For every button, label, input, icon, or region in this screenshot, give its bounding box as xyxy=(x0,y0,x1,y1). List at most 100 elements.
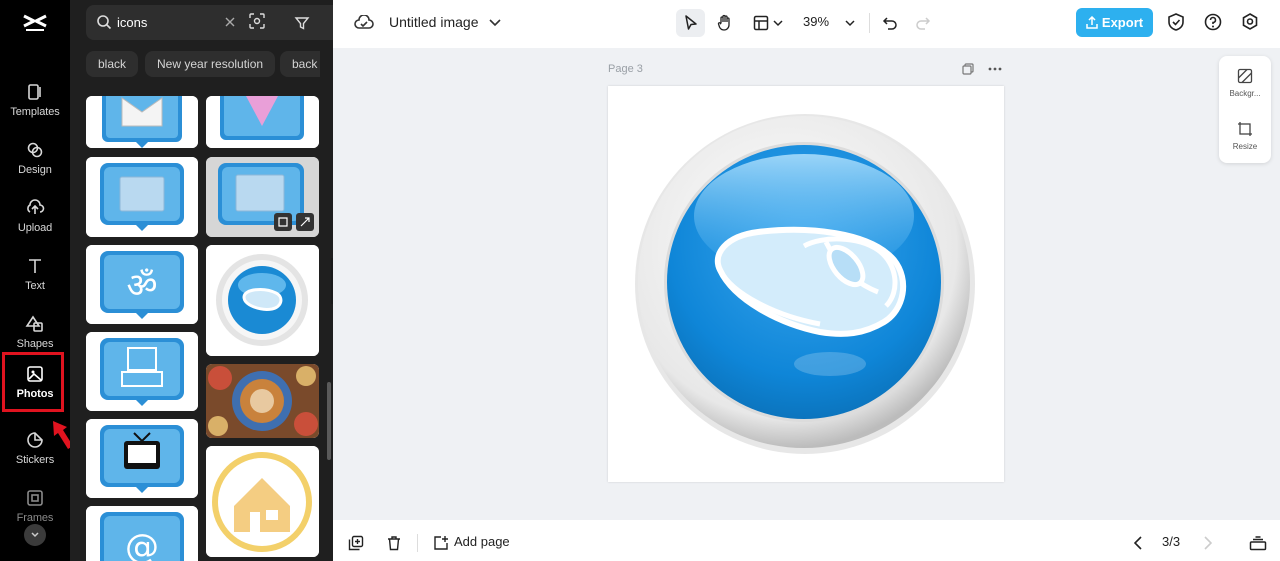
chevron-down-icon xyxy=(773,19,783,26)
select-tool-button[interactable] xyxy=(676,9,705,37)
rail-item-label: Frames xyxy=(16,512,54,524)
rail-item-stickers[interactable]: Stickers xyxy=(0,420,70,476)
background-tool[interactable]: Backgr... xyxy=(1219,68,1271,98)
next-page-button[interactable] xyxy=(1199,533,1217,553)
design-page[interactable] xyxy=(608,86,1004,482)
close-icon[interactable] xyxy=(224,16,236,28)
icon-result-folder-selected[interactable] xyxy=(206,157,319,237)
upload-icon xyxy=(27,199,45,214)
photos-panel: black New year resolution back ॐ @ xyxy=(70,0,333,561)
add-page-button[interactable]: Add page xyxy=(454,534,510,549)
rail-item-text[interactable]: Text xyxy=(0,246,70,302)
redo-icon xyxy=(916,17,931,30)
shapes-icon xyxy=(25,315,43,332)
text-icon xyxy=(29,259,41,273)
layout-icon xyxy=(753,15,769,31)
icon-result-home[interactable] xyxy=(206,446,319,557)
svg-text:@: @ xyxy=(125,527,159,561)
redo-button[interactable] xyxy=(912,12,934,34)
page-counter: 3/3 xyxy=(1162,534,1181,549)
filter-icon xyxy=(294,16,309,30)
rail-item-label: Text xyxy=(25,280,45,292)
resize-label: Resize xyxy=(1232,142,1258,151)
chevron-down-icon xyxy=(845,19,855,26)
settings-button[interactable] xyxy=(1239,11,1261,33)
visual-search-icon[interactable] xyxy=(248,12,266,30)
zoom-dropdown-button[interactable] xyxy=(843,14,857,32)
icon-result-at[interactable]: @ xyxy=(86,506,198,561)
rail-item-design[interactable]: Design xyxy=(0,130,70,186)
highlight-box xyxy=(2,352,64,412)
background-icon xyxy=(1237,68,1253,84)
left-rail: Templates Design Upload Text Shapes Phot… xyxy=(0,0,73,561)
export-label: Export xyxy=(1101,15,1144,30)
resize-tool[interactable]: Resize xyxy=(1219,121,1271,151)
icon-result-heart[interactable] xyxy=(206,96,319,148)
icon-result-mail[interactable] xyxy=(86,96,198,148)
zoom-level[interactable]: 39% xyxy=(803,14,829,29)
stickers-icon xyxy=(27,432,43,448)
chip-new-year-resolution[interactable]: New year resolution xyxy=(145,51,276,77)
cloud-save-icon[interactable] xyxy=(353,12,375,34)
search-input[interactable] xyxy=(117,8,217,36)
chevron-right-icon xyxy=(1204,536,1212,550)
undo-icon xyxy=(882,17,897,30)
duplicate-button[interactable] xyxy=(346,533,366,553)
upload-icon xyxy=(1086,16,1098,29)
frames-icon xyxy=(27,490,43,506)
add-page-icon[interactable] xyxy=(431,533,451,553)
templates-icon xyxy=(28,84,41,100)
chevron-down-icon xyxy=(31,532,39,538)
page-label: Page 3 xyxy=(608,63,643,75)
rail-item-label: Shapes xyxy=(16,338,54,350)
icon-result-folder[interactable] xyxy=(86,157,198,237)
rail-item-label: Design xyxy=(18,164,52,176)
duplicate-page-button[interactable] xyxy=(961,62,975,76)
more-tools-button[interactable] xyxy=(24,524,46,546)
hand-icon xyxy=(717,14,730,31)
rail-item-upload[interactable]: Upload xyxy=(0,188,70,244)
export-button[interactable]: Export xyxy=(1076,8,1153,37)
prev-page-button[interactable] xyxy=(1129,533,1147,553)
undo-button[interactable] xyxy=(879,12,901,34)
mouse-button-image[interactable] xyxy=(608,86,1004,482)
chevron-left-icon xyxy=(1134,536,1142,550)
capcut-logo-icon[interactable] xyxy=(20,8,50,38)
cursor-icon xyxy=(684,15,697,30)
help-icon xyxy=(1204,13,1222,31)
panel-scrollbar[interactable] xyxy=(327,382,331,460)
layout-menu-button[interactable] xyxy=(750,10,786,36)
photo-result-fresco[interactable] xyxy=(206,364,319,438)
icon-result-mouse-button[interactable] xyxy=(206,245,319,356)
svg-text:ॐ: ॐ xyxy=(126,266,157,306)
pages-icon xyxy=(1249,536,1267,551)
page-more-button[interactable] xyxy=(987,62,1003,76)
chip-back[interactable]: back xyxy=(280,51,320,77)
rail-item-label: Templates xyxy=(10,106,60,118)
divider xyxy=(417,534,418,552)
shield-button[interactable] xyxy=(1165,11,1187,33)
help-button[interactable] xyxy=(1202,11,1224,33)
rail-item-templates[interactable]: Templates xyxy=(0,72,70,128)
icon-result-om[interactable]: ॐ xyxy=(86,245,198,324)
resize-icon xyxy=(1238,122,1252,136)
hand-tool-button[interactable] xyxy=(713,10,737,36)
pages-panel-button[interactable] xyxy=(1247,532,1269,554)
design-icon xyxy=(27,142,43,158)
shield-icon xyxy=(1168,13,1184,31)
icon-result-computer[interactable] xyxy=(86,332,198,411)
rail-item-label: Stickers xyxy=(15,454,55,466)
more-icon xyxy=(988,67,1002,71)
rail-item-label: Upload xyxy=(17,222,53,234)
copy-icon xyxy=(348,535,364,551)
divider xyxy=(869,13,870,33)
copy-icon xyxy=(962,63,974,75)
side-tools-panel: Backgr... Resize xyxy=(1219,56,1271,163)
delete-button[interactable] xyxy=(384,533,404,553)
chevron-down-icon[interactable] xyxy=(488,16,502,30)
document-title[interactable]: Untitled image xyxy=(389,14,479,30)
icon-result-tv[interactable] xyxy=(86,419,198,498)
gear-icon xyxy=(1242,13,1258,30)
chip-black[interactable]: black xyxy=(86,51,139,77)
filter-button[interactable] xyxy=(285,5,318,40)
